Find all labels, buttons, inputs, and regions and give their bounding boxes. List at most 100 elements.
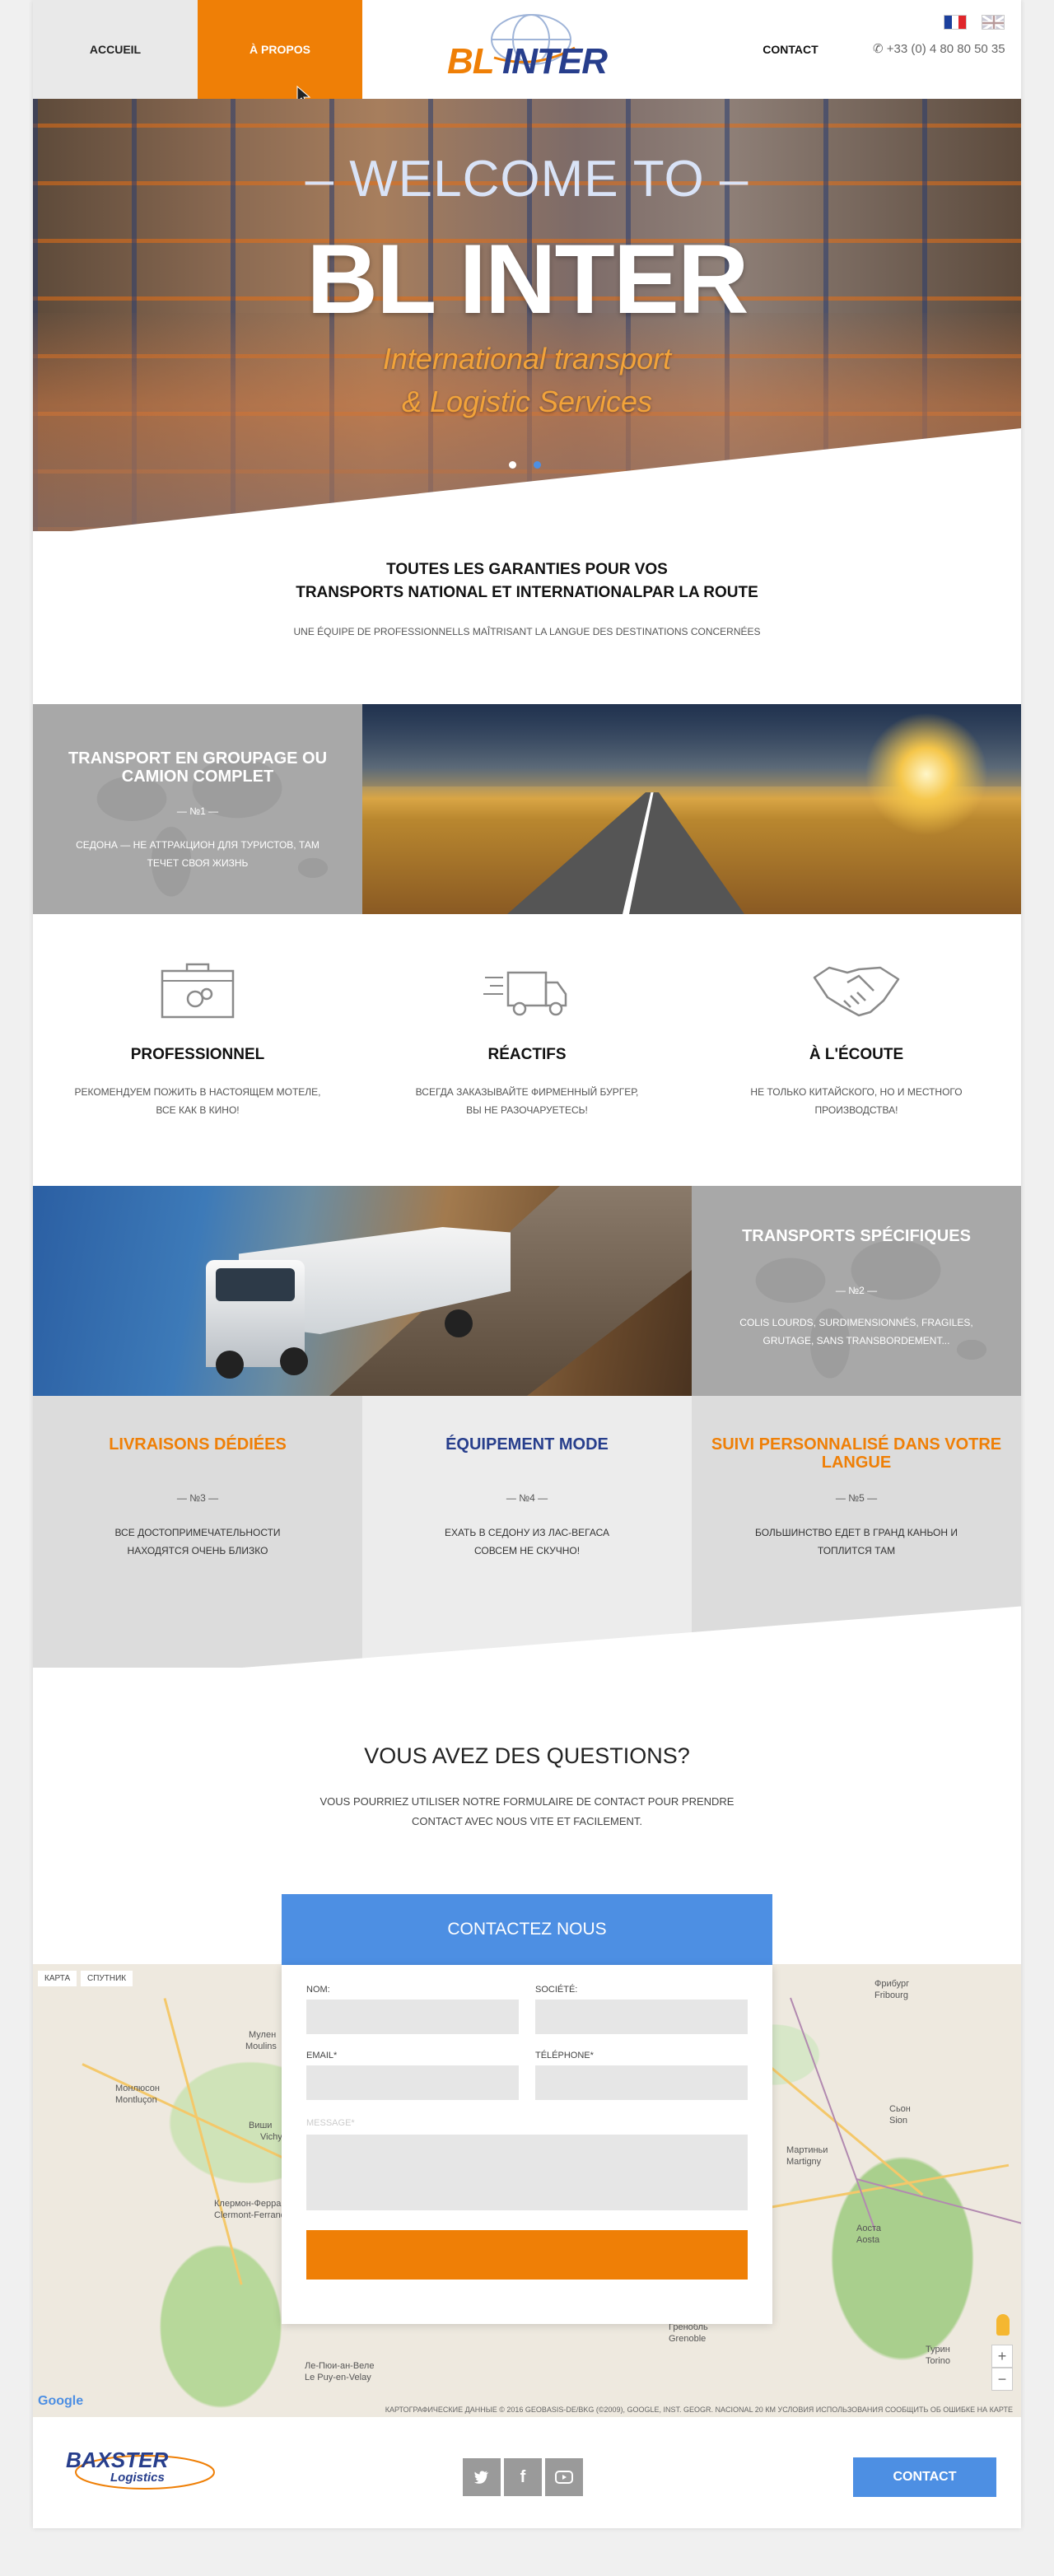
service-text-3: ВСЕ ДОСТОПРИМЕЧАТЕЛЬНОСТИ НАХОДЯТСЯ ОЧЕН… [114,1527,281,1556]
youtube-icon[interactable] [545,2458,583,2496]
service-title-3: LIVRAISONS DÉDIÉES [109,1435,287,1454]
map-label: Фрибург [874,1979,910,1989]
truck-image-window [216,1268,295,1301]
nav-a-propos[interactable]: À PROPOS [198,0,362,99]
fr-flag-icon[interactable] [944,15,967,30]
footer-logo[interactable]: BAXSTER Logistics [66,2444,215,2494]
map-label: Grenoble [669,2334,707,2344]
hero-slider: – WELCOME TO – BL INTER International tr… [33,99,1021,531]
phone-number: ✆ +33 (0) 4 80 80 50 35 [873,41,1013,56]
logo[interactable]: BL INTER [436,8,618,91]
service-card-3: LIVRAISONS DÉDIÉES — №3 — ВСЕ ДОСТОПРИМЕ… [33,1396,362,1668]
intro-title-line1: TOUTES LES GARANTIES POUR VOS [386,561,668,578]
slider-dot-2[interactable] [534,461,541,469]
nom-label: NOM: [306,1985,330,1995]
truck-image [33,1186,692,1396]
feature-text-1-line1: РЕКОМЕНДУЕМ ПОЖИТЬ В НАСТОЯЩЕМ МОТЕЛЕ, [74,1086,321,1098]
service-num-2: — №2 — [835,1285,878,1296]
service-title-4: ÉQUIPEMENT MODE [445,1435,609,1454]
map-zoom-in-button[interactable]: + [991,2345,1013,2368]
map-label: Турин [926,2345,950,2354]
hero-subtitle-line1: International transport [382,342,672,376]
map-label: Виши [249,2121,273,2130]
truck-image-wheel-2 [280,1347,308,1375]
phone-icon: ✆ [873,42,884,56]
submit-button[interactable] [306,2230,748,2280]
feature-text-1-line2: ВСЕ КАК В КИНО! [156,1104,240,1116]
telephone-input[interactable] [535,2065,748,2100]
feature-text-1: РЕКОМЕНДУЕМ ПОЖИТЬ В НАСТОЯЩЕМ МОТЕЛЕ, В… [33,1083,362,1119]
service-num-3: — №3 — [176,1492,219,1504]
contact-form: NOM: SOCIÉTÉ: EMAIL* TÉLÉPHONE* MESSAGE* [282,1965,772,2324]
logo-part-inter: INTER [502,41,608,82]
map-label: Clermont-Ferrand [214,2210,286,2220]
service-num-4: — №4 — [506,1492,548,1504]
service-num-1: — №1 — [176,805,219,817]
map-attribution: КАРТОГРАФИЧЕСКИЕ ДАННЫЕ © 2016 GEOBASIS-… [385,2406,1013,2414]
phone-text: +33 (0) 4 80 80 50 35 [886,42,1005,56]
en-flag-graphic [982,16,1004,29]
fast-truck-icon [483,971,567,1016]
hero-subtitle: International transport & Logistic Servi… [33,338,1021,423]
map-road-4 [740,2163,1010,2214]
map-label: Клермон-Ферран [214,2199,287,2209]
map-label: Мартиньи [786,2145,828,2155]
feature-title-2: RÉACTIFS [487,1046,567,1063]
facebook-icon[interactable]: f [504,2458,542,2496]
societe-input[interactable] [535,2000,748,2034]
en-flag-icon[interactable] [982,15,1005,30]
slider-dot-1[interactable] [509,461,516,469]
map-label: Le Puy-en-Velay [305,2373,371,2382]
nav-contact[interactable]: CONTACT [708,0,873,99]
societe-label: SOCIÉTÉ: [535,1985,578,1995]
logo-text: BL INTER [436,41,618,82]
map-label: Монлюсон [115,2084,160,2093]
map-label: Fribourg [874,1990,908,2000]
footer-contact-button[interactable]: CONTACT [853,2457,996,2497]
map-zoom-out-button[interactable]: − [991,2368,1013,2391]
service-title-2: TRANSPORTS SPÉCIFIQUES [742,1227,971,1245]
truck-image-wheel-1 [216,1351,244,1379]
feature-text-3-line1: НЕ ТОЛЬКО КИТАЙСКОГО, НО И МЕСТНОГО [750,1086,963,1098]
map-label: Sion [889,2116,908,2126]
map-tab-satellite[interactable]: СПУТНИК [81,1971,133,1986]
questions-text-line2: CONTACT AVEC NOUS VITE ET FACILEMENT. [411,1815,643,1827]
message-label: MESSAGE* [306,2118,355,2128]
road-sunset-image [362,704,1021,914]
feature-text-2-line2: ВЫ НЕ РАЗОЧАРУЕТЕСЬ! [466,1104,588,1116]
hero-subtitle-line2: & Logistic Services [401,385,653,418]
telephone-label: TÉLÉPHONE* [535,2051,594,2060]
message-textarea[interactable] [306,2135,748,2210]
footer-logo-line2: Logistics [110,2471,165,2485]
questions-text: VOUS POURRIEZ UTILISER NOTRE FORMULAIRE … [33,1792,1021,1832]
twitter-glyph [474,2471,488,2484]
truck-image-wheel-3 [445,1309,473,1337]
feature-text-2-line1: ВСЕГДА ЗАКАЗЫВАЙТЕ ФИРМЕННЫЙ БУРГЕР, [415,1086,639,1098]
map-label: Torino [926,2356,950,2366]
feature-title-1: PROFESSIONNEL [130,1046,265,1063]
page: ACCUEIL À PROPOS BL INTER CONTACT ✆ +33 … [33,0,1021,2528]
service-text-1: СЕДОНА — НЕ АТТРАКЦИОН ДЛЯ ТУРИСТОВ, ТАМ… [76,839,319,869]
logo-part-bl: BL [446,41,494,82]
road-image-sun [865,712,988,836]
hero-welcome: – WELCOME TO – [305,151,749,208]
feature-title-3: À L'ÉCOUTE [809,1046,904,1063]
toolbox-gears-icon [161,963,235,1019]
service-text-4: ЕХАТЬ В СЕДОНУ ИЗ ЛАС-ВЕГАСА СОВСЕМ НЕ С… [444,1527,610,1556]
street-view-pegman-icon[interactable] [996,2314,1010,2336]
contact-form-header: CONTACTEZ NOUS [282,1894,772,1965]
twitter-icon[interactable] [463,2458,501,2496]
questions-text-line1: VOUS POURRIEZ UTILISER NOTRE FORMULAIRE … [319,1795,735,1808]
map-label: Montluçon [115,2095,157,2105]
hero-title: BL INTER [306,224,749,334]
service-title-5: SUIVI PERSONNALISÉ DANS VOTRE LANGUE [711,1435,1002,1472]
map-tab-map[interactable]: КАРТА [38,1971,77,1986]
email-input[interactable] [306,2065,519,2100]
service-text-2: COLIS LOURDS, SURDIMENSIONNÉS, FRAGILES,… [739,1317,973,1346]
youtube-glyph [555,2471,573,2484]
feature-text-2: ВСЕГДА ЗАКАЗЫВАЙТЕ ФИРМЕННЫЙ БУРГЕР, ВЫ … [362,1083,692,1119]
nom-input[interactable] [306,2000,519,2034]
nav-accueil[interactable]: ACCUEIL [33,0,198,99]
map-label: Ле-Пюи-ан-Веле [305,2361,375,2371]
google-logo[interactable]: Google [38,2394,83,2409]
